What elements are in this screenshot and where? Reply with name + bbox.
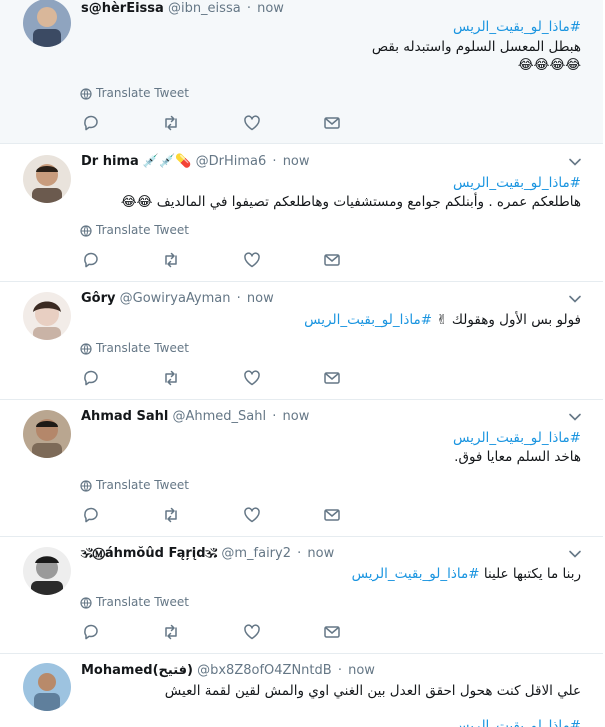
- timestamp[interactable]: now: [247, 291, 274, 306]
- author-name[interactable]: s@hèrEissa: [81, 1, 164, 16]
- reply-icon[interactable]: [82, 623, 100, 641]
- avatar[interactable]: [23, 292, 71, 340]
- avatar[interactable]: [23, 547, 71, 595]
- timestamp[interactable]: now: [257, 1, 284, 16]
- avatar[interactable]: [23, 410, 71, 458]
- tweet-text-line: هبطل المعسل السلوم واستبدله بقص: [371, 39, 581, 55]
- reply-icon[interactable]: [82, 506, 100, 524]
- avatar[interactable]: [23, 155, 71, 203]
- tweet-actions: [82, 114, 352, 132]
- tweet-hashtag[interactable]: #ماذا_لو_بقيت_الريس: [352, 566, 480, 582]
- tweet-hashtag[interactable]: #ماذا_لو_بقيت_الريس: [453, 429, 581, 448]
- globe-icon: [80, 225, 92, 237]
- tweet[interactable]: Gôry @GowiryaAyman · now فولو بس الأول و…: [0, 282, 603, 400]
- avatar[interactable]: [23, 0, 71, 47]
- tweet-actions: [82, 506, 352, 524]
- tweet-text-line: ربنا ما يكتبها علينا #ماذا_لو_بقيت_الريس: [351, 566, 581, 582]
- tweet-text-line: 😂😂😂😂: [517, 57, 581, 73]
- direct-message-icon[interactable]: [323, 114, 341, 132]
- author-name[interactable]: Ahmad Sahl: [81, 409, 168, 424]
- timestamp[interactable]: now: [283, 154, 310, 169]
- author-handle[interactable]: @Ahmed_Sahl: [172, 409, 266, 424]
- tweet-header: Mohamed(فتيح) @bx8Z8ofO4ZNntdB · now: [81, 662, 375, 680]
- author-name[interactable]: 🕉Ⓜáhmŏûd Fąŗįd🕉: [81, 546, 217, 561]
- author-name[interactable]: Mohamed(فتيح): [81, 663, 193, 678]
- timestamp[interactable]: now: [307, 546, 334, 561]
- tweet-hashtag[interactable]: #ماذا_لو_بقيت_الريس: [453, 717, 581, 727]
- tweet[interactable]: Dr hima 💉💉💊 @DrHima6 · now #ماذا_لو_بقيت…: [0, 145, 603, 282]
- globe-icon: [80, 88, 92, 100]
- translate-tweet-link[interactable]: Translate Tweet: [80, 222, 189, 238]
- tweet[interactable]: 🕉Ⓜáhmŏûd Fąŗįd🕉 @m_fairy2 · now ربنا ما …: [0, 537, 603, 654]
- like-icon[interactable]: [243, 114, 261, 132]
- separator-dot: ·: [272, 409, 277, 424]
- retweet-icon[interactable]: [162, 251, 180, 269]
- author-handle[interactable]: @bx8Z8ofO4ZNntdB: [197, 663, 332, 678]
- like-icon[interactable]: [243, 369, 261, 387]
- separator-dot: ·: [246, 1, 251, 16]
- avatar[interactable]: [23, 663, 71, 711]
- timestamp[interactable]: now: [348, 663, 375, 678]
- author-handle[interactable]: @ibn_eissa: [168, 1, 241, 16]
- retweet-icon[interactable]: [162, 506, 180, 524]
- tweet-actions: [82, 369, 352, 387]
- retweet-icon[interactable]: [162, 369, 180, 387]
- globe-icon: [80, 343, 92, 355]
- translate-tweet-link[interactable]: Translate Tweet: [80, 85, 189, 101]
- translate-tweet-link[interactable]: Translate Tweet: [80, 477, 189, 493]
- chevron-down-icon[interactable]: [568, 410, 582, 424]
- tweet-text-line: هاطلعكم عمره . وأبنلكم جوامع ومستشفيات و…: [120, 194, 581, 210]
- direct-message-icon[interactable]: [323, 506, 341, 524]
- tweet-text-line: هاخد السلم معايا فوق.: [454, 449, 581, 465]
- tweet-text-line: فولو بس الأول وهقولك ✌ #ماذا_لو_بقيت_الر…: [304, 312, 581, 328]
- tweet-header: Dr hima 💉💉💊 @DrHima6 · now: [81, 153, 310, 171]
- tweet[interactable]: s@hèrEissa @ibn_eissa · now #ماذا_لو_بقي…: [0, 0, 603, 144]
- author-handle[interactable]: @m_fairy2: [221, 546, 291, 561]
- tweet-header: Ahmad Sahl @Ahmed_Sahl · now: [81, 408, 309, 426]
- timestamp[interactable]: now: [283, 409, 310, 424]
- like-icon[interactable]: [243, 506, 261, 524]
- chevron-down-icon[interactable]: [568, 155, 582, 169]
- separator-dot: ·: [236, 291, 241, 306]
- direct-message-icon[interactable]: [323, 251, 341, 269]
- direct-message-icon[interactable]: [323, 623, 341, 641]
- retweet-icon[interactable]: [162, 623, 180, 641]
- translate-tweet-link[interactable]: Translate Tweet: [80, 594, 189, 610]
- like-icon[interactable]: [243, 623, 261, 641]
- timeline: s@hèrEissa @ibn_eissa · now #ماذا_لو_بقي…: [0, 0, 605, 727]
- tweet-text-line: علي الاقل كنت هحول احقق العدل بين الغني …: [164, 683, 581, 699]
- retweet-icon[interactable]: [162, 114, 180, 132]
- tweet-hashtag[interactable]: #ماذا_لو_بقيت_الريس: [453, 18, 581, 37]
- reply-icon[interactable]: [82, 251, 100, 269]
- translate-tweet-link[interactable]: Translate Tweet: [80, 340, 189, 356]
- tweet-hashtag[interactable]: #ماذا_لو_بقيت_الريس: [453, 174, 581, 193]
- chevron-down-icon[interactable]: [568, 292, 582, 306]
- reply-icon[interactable]: [82, 369, 100, 387]
- reply-icon[interactable]: [82, 114, 100, 132]
- globe-icon: [80, 480, 92, 492]
- tweet-actions: [82, 623, 352, 641]
- tweet-actions: [82, 251, 352, 269]
- chevron-down-icon[interactable]: [568, 547, 582, 561]
- tweet-header: 🕉Ⓜáhmŏûd Fąŗįd🕉 @m_fairy2 · now: [81, 545, 334, 563]
- separator-dot: ·: [337, 663, 342, 678]
- tweet-header: s@hèrEissa @ibn_eissa · now: [81, 0, 284, 18]
- name-emoji: 💉💉💊: [142, 154, 192, 169]
- author-handle[interactable]: @DrHima6: [196, 154, 267, 169]
- author-handle[interactable]: @GowiryaAyman: [120, 291, 231, 306]
- tweet-header: Gôry @GowiryaAyman · now: [81, 290, 274, 308]
- direct-message-icon[interactable]: [323, 369, 341, 387]
- separator-dot: ·: [297, 546, 302, 561]
- tweet-hashtag[interactable]: #ماذا_لو_بقيت_الريس: [304, 312, 432, 328]
- author-name[interactable]: Dr hima: [81, 154, 139, 169]
- like-icon[interactable]: [243, 251, 261, 269]
- globe-icon: [80, 597, 92, 609]
- tweet[interactable]: Mohamed(فتيح) @bx8Z8ofO4ZNntdB · now علي…: [0, 654, 603, 727]
- tweet[interactable]: Ahmad Sahl @Ahmed_Sahl · now #ماذا_لو_بق…: [0, 400, 603, 537]
- author-name[interactable]: Gôry: [81, 291, 116, 306]
- separator-dot: ·: [272, 154, 277, 169]
